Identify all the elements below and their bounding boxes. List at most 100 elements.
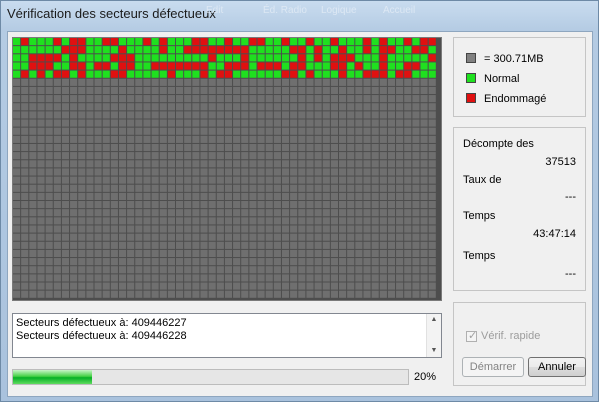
- sector-block: [281, 209, 290, 217]
- sector-block: [45, 266, 53, 274]
- sector-block: [127, 95, 135, 103]
- sector-block: [151, 241, 159, 249]
- sector-block: [281, 258, 290, 266]
- sector-block: [118, 54, 127, 62]
- sector-block: [404, 103, 412, 111]
- sector-block: [428, 274, 436, 282]
- sector-block: [184, 241, 192, 249]
- sector-block: [135, 152, 143, 160]
- sector-block: [281, 111, 290, 119]
- sector-block: [70, 160, 78, 168]
- sector-block: [135, 119, 143, 127]
- sector-block: [53, 127, 61, 135]
- sector-block: [306, 119, 314, 127]
- sector-block: [265, 282, 273, 290]
- sector-block: [94, 86, 102, 95]
- sector-block: [428, 282, 436, 290]
- sector-block: [192, 201, 200, 209]
- sector-block: [387, 86, 396, 95]
- sector-block: [61, 201, 70, 209]
- sector-block: [233, 176, 241, 184]
- bad-sector-log[interactable]: Secteurs défectueux à: 409446227 Secteur…: [12, 313, 442, 358]
- sector-block: [379, 54, 387, 62]
- sector-block: [233, 103, 241, 111]
- sector-block: [200, 266, 208, 274]
- sector-block: [241, 38, 249, 46]
- start-button[interactable]: Démarrer: [462, 357, 524, 377]
- sector-block: [241, 119, 249, 127]
- sector-block: [265, 135, 273, 143]
- sector-block: [86, 249, 94, 258]
- sector-block: [53, 103, 61, 111]
- sector-block: [127, 152, 135, 160]
- sector-block: [45, 209, 53, 217]
- elapsed-time-value: 43:47:14: [533, 228, 576, 240]
- sector-block: [339, 258, 347, 266]
- sector-block: [249, 95, 257, 103]
- sector-block: [306, 249, 314, 258]
- sector-block: [127, 168, 135, 176]
- sector-block: [45, 78, 53, 86]
- sector-block: [78, 258, 86, 266]
- sector-block: [233, 70, 241, 78]
- sector-block: [404, 143, 412, 152]
- sector-block: [412, 274, 420, 282]
- sector-block: [339, 62, 347, 70]
- sector-block: [86, 241, 94, 249]
- sector-block: [78, 209, 86, 217]
- sector-block: [102, 70, 110, 78]
- sector-block: [257, 241, 265, 249]
- sector-block: [29, 86, 37, 95]
- sector-block: [159, 274, 167, 282]
- sector-block: [13, 282, 21, 290]
- sector-block: [273, 266, 281, 274]
- sector-block: [412, 103, 420, 111]
- sector-block: [281, 168, 290, 176]
- sector-block: [306, 241, 314, 249]
- cancel-button[interactable]: Annuler: [528, 357, 586, 377]
- quick-verify-checkbox[interactable]: ✓: [466, 330, 477, 342]
- sector-block: [257, 95, 265, 103]
- sector-block: [86, 95, 94, 103]
- sector-block: [135, 168, 143, 176]
- sector-block: [192, 249, 200, 258]
- sector-block: [322, 54, 330, 62]
- sector-block: [233, 266, 241, 274]
- sector-block: [53, 274, 61, 282]
- scroll-down-arrow-icon[interactable]: ▼: [427, 345, 441, 357]
- sector-block: [306, 103, 314, 111]
- scroll-up-arrow-icon[interactable]: ▲: [427, 314, 441, 326]
- sector-block: [53, 152, 61, 160]
- sector-block: [322, 209, 330, 217]
- sector-block: [249, 143, 257, 152]
- sector-block: [371, 249, 379, 258]
- sector-block: [412, 54, 420, 62]
- background-menu-item: Éd. Radio: [263, 5, 307, 16]
- sector-block: [428, 241, 436, 249]
- sector-block: [110, 95, 118, 103]
- sector-block: [151, 70, 159, 78]
- sector-block: [78, 127, 86, 135]
- sector-block: [45, 241, 53, 249]
- sector-block: [208, 111, 216, 119]
- sector-block: [94, 225, 102, 233]
- sector-block: [249, 266, 257, 274]
- sector-block: [281, 38, 290, 46]
- sector-block: [233, 62, 241, 70]
- sector-block: [45, 201, 53, 209]
- sector-block: [151, 152, 159, 160]
- sector-block: [306, 209, 314, 217]
- sector-block: [257, 38, 265, 46]
- sector-block: [159, 103, 167, 111]
- title-bar[interactable]: Vérification des secteurs défectueux Edi…: [1, 1, 598, 27]
- sector-block: [322, 266, 330, 274]
- sector-block: [298, 46, 306, 54]
- sector-block: [249, 46, 257, 54]
- sector-block: [135, 70, 143, 78]
- sector-block: [102, 266, 110, 274]
- sector-block: [265, 54, 273, 62]
- sector-block: [290, 192, 298, 200]
- sector-block: [306, 143, 314, 152]
- sector-block: [110, 249, 118, 258]
- log-scrollbar[interactable]: ▲ ▼: [426, 314, 441, 357]
